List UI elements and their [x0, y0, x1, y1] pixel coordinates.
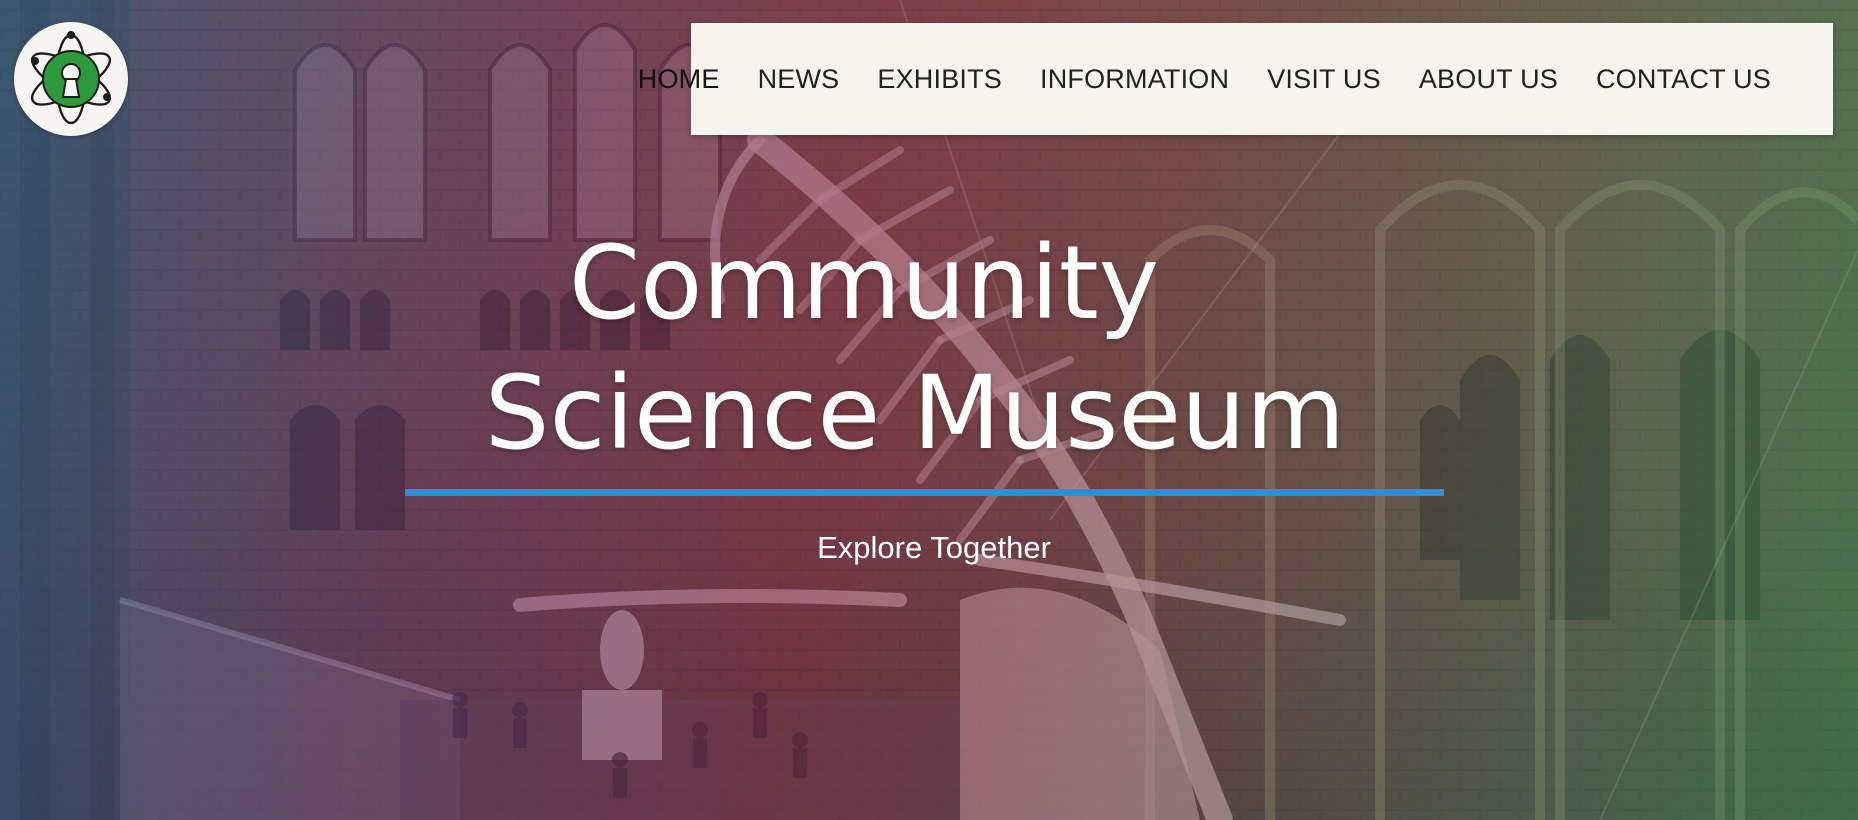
nav-menu: HOME NEWS EXHIBITS INFORMATION VISIT US …: [600, 23, 1771, 135]
title-underline-divider: [405, 489, 1444, 496]
nav-item-home[interactable]: HOME: [638, 64, 720, 95]
nav-item-exhibits[interactable]: EXHIBITS: [877, 64, 1002, 95]
hero-title-line1: Community: [568, 224, 1160, 343]
nav-item-contact-us[interactable]: CONTACT US: [1596, 64, 1771, 95]
nav-item-information[interactable]: INFORMATION: [1040, 64, 1229, 95]
nav-item-about-us[interactable]: ABOUT US: [1419, 64, 1558, 95]
main-navigation: HOME NEWS EXHIBITS INFORMATION VISIT US …: [638, 23, 1833, 135]
nav-item-news[interactable]: NEWS: [758, 64, 840, 95]
nav-item-visit-us[interactable]: VISIT US: [1267, 64, 1381, 95]
hero-tagline: Explore Together: [817, 530, 1051, 565]
atom-keyhole-icon: [21, 29, 121, 129]
hero-title-line2: Science Museum: [484, 354, 1346, 473]
hero-section: HOME NEWS EXHIBITS INFORMATION VISIT US …: [0, 0, 1858, 820]
museum-logo[interactable]: [14, 22, 128, 136]
